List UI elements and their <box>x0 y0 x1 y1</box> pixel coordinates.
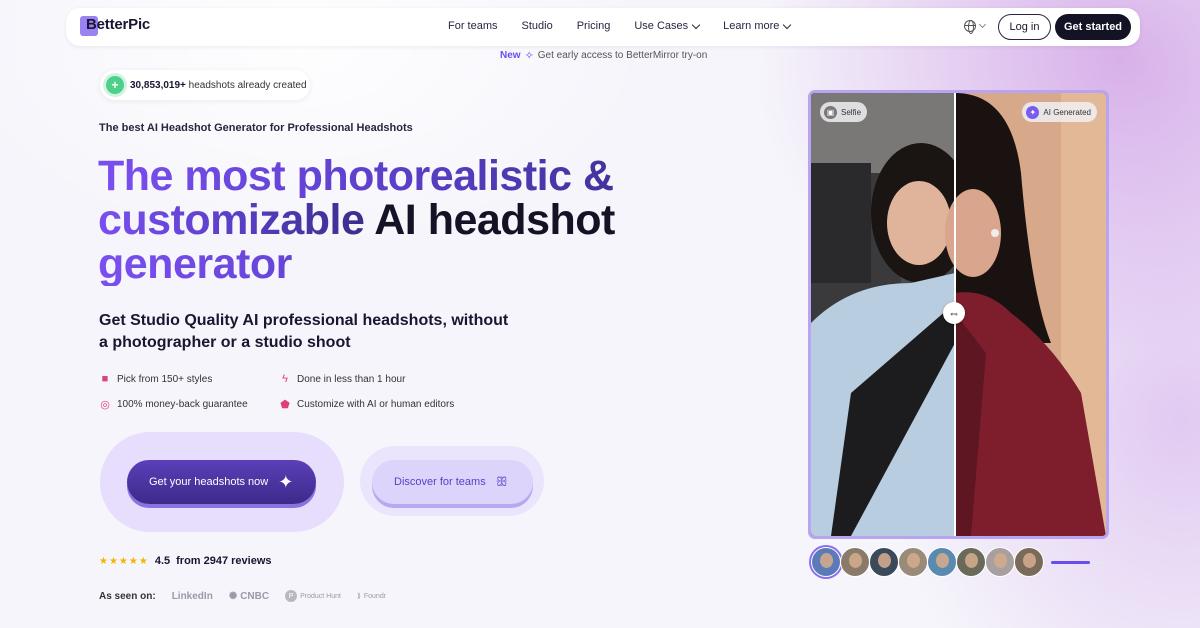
feature-text: 100% money-back guarantee <box>117 398 248 410</box>
rating-value: 4.5 <box>154 555 171 567</box>
cnbc-logo: ✺ CNBC <box>229 591 269 602</box>
sparkle-icon: ✦ <box>1026 105 1040 119</box>
foundr-logo: ⟫ Foundr <box>356 592 387 601</box>
foundr-icon: ⟫ <box>356 593 361 600</box>
medal-icon: ◎ <box>100 398 110 411</box>
counter-text: 30,853,019+ headshots already created <box>130 80 307 91</box>
feature-styles: ■ Pick from 150+ styles <box>99 373 213 385</box>
headline-word-ai-headshot: AI headshot <box>364 196 615 244</box>
cta-label: Discover for teams <box>394 476 486 488</box>
nav-link-label: For teams <box>448 20 498 32</box>
sparkle-icon: ✧ <box>524 50 534 62</box>
as-seen-on-label: As seen on: <box>99 590 156 602</box>
get-started-button[interactable]: Get started <box>1055 14 1131 40</box>
login-button[interactable]: Log in <box>998 14 1051 40</box>
ai-generated-label: ✦ AI Generated <box>1022 102 1097 122</box>
headshot-counter: + 30,853,019+ headshots already created <box>100 70 310 100</box>
rating: ★★★★★ 4.5 from 2947 reviews <box>99 555 272 567</box>
discover-teams-button[interactable]: Discover for teams ꕥ <box>372 460 533 504</box>
feature-text: Done in less than 1 hour <box>297 373 406 385</box>
before-after-comparison[interactable]: ▣ Selfie ✦ AI Generated ⇔ <box>811 93 1106 536</box>
hero-tagline: The best AI Headshot Generator for Profe… <box>99 122 413 134</box>
nav-link-label: Pricing <box>576 20 611 32</box>
brand-name: Foundr <box>363 592 387 600</box>
feature-text: Customize with AI or human editors <box>297 398 455 410</box>
feature-guarantee: ◎ 100% money-back guarantee <box>99 398 248 411</box>
headline-line-1: The most photorealistic & <box>98 154 698 198</box>
nav-link-label: Learn more <box>723 20 780 32</box>
counter-count: 30,853,019+ <box>130 79 186 91</box>
nav-link-label: Studio <box>521 20 553 32</box>
hero-headline: The most photorealistic & customizable A… <box>98 154 698 286</box>
rating-text: from 2947 reviews <box>176 555 272 567</box>
selfie-label: ▣ Selfie <box>820 102 868 122</box>
thumbnail[interactable] <box>1014 547 1044 577</box>
logo-text: BetterPic <box>86 16 151 33</box>
shield-icon: ⬟ <box>280 398 290 411</box>
chevron-down-icon <box>691 20 701 29</box>
tag-icon: ■ <box>101 373 109 385</box>
announcement-text: Get early access to BetterMirror try-on <box>537 50 708 61</box>
cta-label: Get your headshots now <box>149 476 269 488</box>
nav-link-label: Use Cases <box>634 20 689 32</box>
thumbnail[interactable] <box>840 547 870 577</box>
star-rating-icon: ★★★★★ <box>99 555 149 567</box>
sparkle-icon: ✦ <box>278 471 294 492</box>
nav-links: For teams Studio Pricing Use Cases Learn… <box>448 20 814 32</box>
language-selector[interactable] <box>964 20 987 34</box>
linkedin-logo: LinkedIn <box>171 590 213 602</box>
get-headshots-button[interactable]: Get your headshots now ✦ <box>127 460 316 504</box>
headline-line-3: generator <box>98 242 698 286</box>
slider-handle[interactable]: ⇔ <box>943 302 965 324</box>
feature-speed: ϟ Done in less than 1 hour <box>279 373 405 385</box>
brand-name: CNBC <box>240 590 270 602</box>
as-seen-on: As seen on: LinkedIn ✺ CNBC P Product Hunt… <box>99 590 386 602</box>
thumbnail[interactable] <box>956 547 986 577</box>
producthunt-logo: P Product Hunt <box>285 590 341 602</box>
plus-icon: + <box>106 76 124 94</box>
team-icon: ꕥ <box>495 474 508 489</box>
headline-line-2: customizable AI headshot <box>98 198 698 242</box>
counter-label: headshots already created <box>188 79 307 91</box>
chip-text: Selfie <box>841 107 862 117</box>
nav-link-pricing[interactable]: Pricing <box>577 20 611 32</box>
headline-word-customizable: customizable <box>98 196 365 244</box>
hero-subheadline: Get Studio Quality AI professional heads… <box>99 312 509 351</box>
carousel-progress-fill <box>1051 561 1090 564</box>
new-badge: New <box>500 50 521 61</box>
chevron-down-icon <box>978 20 987 29</box>
logo[interactable]: BetterPic <box>80 16 151 36</box>
camera-icon: ▣ <box>824 105 837 119</box>
announcement-bar[interactable]: New ✧ Get early access to BetterMirror t… <box>500 49 707 62</box>
thumbnail[interactable] <box>869 547 899 577</box>
brand-name: Product Hunt <box>300 592 341 600</box>
producthunt-icon: P <box>285 590 298 602</box>
nav-link-studio[interactable]: Studio <box>522 20 553 32</box>
carousel-progress <box>1051 561 1106 564</box>
nav-link-for-teams[interactable]: For teams <box>448 20 498 32</box>
nav-link-learn-more[interactable]: Learn more <box>723 20 792 32</box>
feature-customize: ⬟ Customize with AI or human editors <box>279 398 455 411</box>
peacock-icon: ✺ <box>228 590 238 602</box>
lightning-icon: ϟ <box>282 373 288 385</box>
top-navbar: BetterPic For teams Studio Pricing Use C… <box>66 8 1140 46</box>
thumbnail[interactable] <box>927 547 957 577</box>
thumbnail[interactable] <box>898 547 928 577</box>
chevron-down-icon <box>783 20 792 29</box>
thumbnail[interactable] <box>985 547 1015 577</box>
chip-text: AI Generated <box>1043 107 1091 117</box>
nav-link-use-cases[interactable]: Use Cases <box>634 20 701 32</box>
globe-icon <box>964 20 976 34</box>
thumbnail[interactable] <box>811 547 841 577</box>
feature-text: Pick from 150+ styles <box>117 373 213 385</box>
example-thumbnails <box>811 547 1044 577</box>
